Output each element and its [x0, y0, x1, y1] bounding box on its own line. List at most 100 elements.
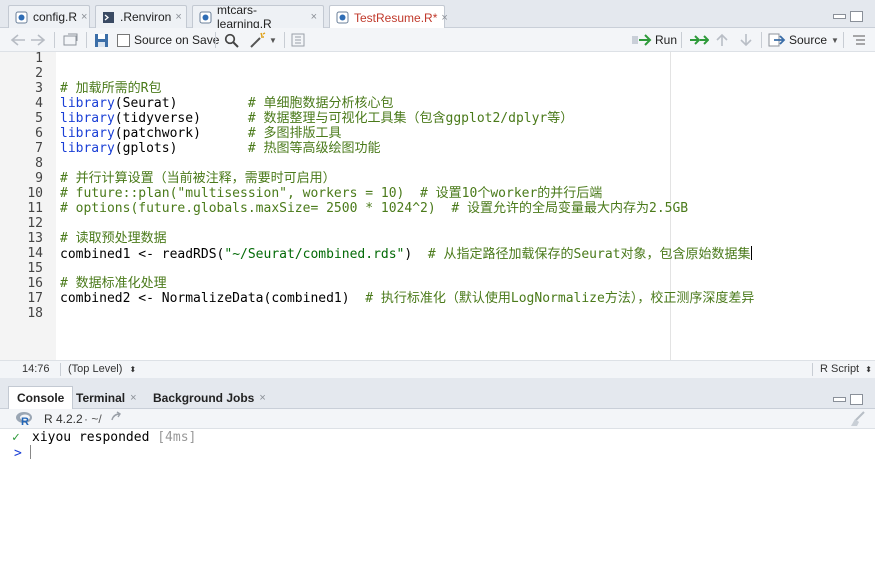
back-icon[interactable] [10, 28, 26, 52]
maximize-icon[interactable] [850, 394, 863, 405]
line-number: 5 [35, 111, 43, 126]
comment: # 读取预处理数据 [60, 231, 167, 246]
run-button[interactable]: Run [632, 28, 677, 52]
r-file-icon [15, 11, 28, 24]
comment: # 并行计算设置（当前被注释，需要时可启用） [60, 171, 336, 186]
go-to-dir-icon[interactable] [110, 411, 122, 426]
tab-label: Terminal [76, 390, 126, 405]
line-number: 18 [27, 306, 43, 321]
tab-label: Console [17, 391, 65, 405]
r-file-icon [336, 11, 349, 24]
comment: # 热图等高级绘图功能 [247, 141, 381, 156]
code-line-11: # options(future.globals.maxSize= 2500 *… [60, 201, 688, 216]
save-icon[interactable] [94, 28, 109, 52]
comment: # 数据整理与可视化工具集（包含ggplot2/dplyr等） [247, 111, 574, 126]
console-prompt-line: > [14, 445, 31, 461]
tab-label: config.R [33, 10, 78, 24]
tab-testresume[interactable]: TestResume.R* × [329, 5, 448, 29]
tab-label: mtcars-learning.R [217, 3, 272, 31]
rerun-icon[interactable] [689, 28, 709, 52]
text-cursor [750, 246, 752, 260]
show-in-window-icon[interactable] [62, 28, 78, 52]
file-type-label: R Script [820, 363, 860, 375]
code: ) [404, 247, 428, 262]
line-number: 16 [27, 276, 43, 291]
search-icon[interactable] [224, 28, 239, 52]
code-line-5: library(tidyverse) # 数据整理与可视化工具集（包含ggplo… [60, 111, 573, 126]
close-icon[interactable]: × [130, 392, 136, 404]
checkmark-icon: ✓ [12, 430, 20, 445]
comment: # 单细胞数据分析核心包 [247, 96, 394, 111]
console-output[interactable]: ✓ xiyou responded [4ms] > [0, 429, 875, 587]
clear-console-icon[interactable] [849, 411, 867, 430]
source-arrow-icon [768, 33, 786, 47]
editor-status-bar: 14:76 (Top Level) ⬍ R Script ⬍ [0, 360, 875, 378]
line-number: 9 [35, 171, 43, 186]
comment: # future::plan("multisession", workers =… [60, 186, 603, 201]
maximize-icon[interactable] [850, 11, 863, 22]
code-line-13: # 读取预处理数据 [60, 231, 167, 246]
code-line-7: library(gplots) # 热图等高级绘图功能 [60, 141, 381, 156]
code-line-9: # 并行计算设置（当前被注释，需要时可启用） [60, 171, 336, 186]
console-tab-strip: Console Terminal × Background Jobs × [0, 384, 875, 409]
tab-background-jobs[interactable]: Background Jobs × [145, 386, 274, 409]
tab-mtcars-learning[interactable]: mtcars-learning.R × [192, 3, 324, 31]
source-on-save-label: Source on Save [134, 33, 220, 47]
tab-label: Background Jobs [153, 390, 255, 405]
source-label: Source [789, 33, 828, 47]
line-number: 6 [35, 126, 43, 141]
console-message: xiyou responded [32, 430, 150, 445]
close-icon[interactable]: × [259, 392, 265, 404]
document-outline-icon[interactable] [291, 28, 305, 52]
file-type-selector[interactable]: R Script ⬍ [820, 363, 872, 375]
minimize-icon[interactable] [833, 14, 846, 19]
line-number: 10 [27, 186, 43, 201]
argument: (Seurat) [114, 96, 178, 111]
go-down-icon[interactable] [740, 28, 752, 52]
working-dir[interactable]: · ~/ [84, 412, 102, 426]
go-up-icon[interactable] [716, 28, 728, 52]
text-file-icon [102, 11, 115, 24]
argument: (tidyverse) [114, 111, 201, 126]
updown-icon: ⬍ [129, 365, 137, 374]
keyword: library [60, 126, 115, 141]
code-line-14: combined1 <- readRDS("~/Seurat/combined.… [60, 246, 752, 262]
console-timing: [4ms] [157, 430, 197, 445]
keyword: library [60, 96, 115, 111]
minimize-icon[interactable] [833, 397, 846, 402]
tab-config-r[interactable]: config.R × [8, 5, 90, 28]
close-icon[interactable]: × [441, 12, 447, 24]
comment: # 执行标准化（默认使用LogNormalize方法），校正测序深度差异 [365, 291, 755, 306]
run-label: Run [655, 33, 678, 47]
tab-console[interactable]: Console [8, 386, 74, 409]
argument: (patchwork) [114, 126, 201, 141]
line-number: 8 [35, 156, 43, 171]
source-button[interactable]: Source ▼ [768, 28, 839, 52]
source-on-save-checkbox[interactable]: Source on Save [117, 28, 219, 52]
close-icon[interactable]: × [81, 11, 87, 23]
tab-terminal[interactable]: Terminal × [68, 386, 145, 409]
scope-selector[interactable]: (Top Level) ⬍ [68, 363, 136, 375]
line-number: 2 [35, 66, 43, 81]
chevron-down-icon: ▼ [831, 35, 839, 45]
tab-label: TestResume.R* [354, 10, 438, 25]
close-icon[interactable]: × [175, 11, 181, 23]
line-number: 17 [27, 291, 43, 306]
r-file-icon [199, 11, 212, 24]
line-number: 13 [27, 231, 43, 246]
console-toolbar: R R 4.2.2 · ~/ [0, 409, 875, 429]
code-tools-icon[interactable]: ▼ [249, 28, 277, 52]
editor-toolbar: Source on Save ▼ Run Source ▼ [0, 28, 875, 52]
console-pane-controls [833, 394, 863, 405]
forward-icon[interactable] [30, 28, 46, 52]
console-prompt: > [14, 446, 22, 461]
padding [177, 141, 247, 156]
close-icon[interactable]: × [311, 11, 317, 23]
line-number: 11 [27, 201, 43, 216]
tab-renviron[interactable]: .Renviron × [95, 5, 187, 28]
keyword: library [60, 111, 115, 126]
text-cursor [29, 445, 31, 459]
scope-label: (Top Level) [68, 363, 123, 375]
outline-menu-icon[interactable] [852, 28, 866, 52]
argument: (gplots) [114, 141, 178, 156]
